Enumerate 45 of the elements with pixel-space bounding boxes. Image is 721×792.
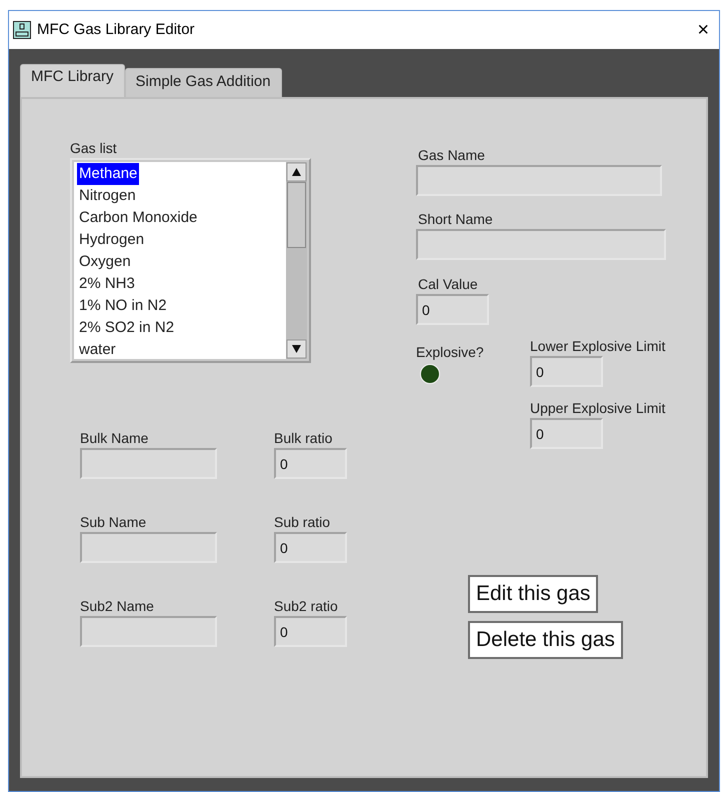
list-label: Gas list (70, 139, 117, 157)
field-label: Cal Value (418, 275, 478, 293)
short-name-field[interactable] (416, 229, 666, 260)
ratio-field[interactable]: 0 (274, 616, 347, 647)
action-button[interactable]: Delete this gas (468, 621, 623, 659)
lower-limit-field[interactable]: 0 (530, 356, 603, 387)
name-field[interactable] (80, 616, 217, 647)
name-field[interactable] (80, 448, 217, 479)
cal-value-field[interactable]: 0 (416, 294, 489, 325)
app-icon (13, 21, 31, 39)
gas-name-field[interactable] (416, 165, 662, 196)
list-item[interactable]: 2% NH3 (77, 273, 137, 295)
field-label: Sub ratio (274, 513, 330, 531)
field-label: Gas Name (418, 146, 485, 164)
list-item[interactable]: 1% NO in N2 (77, 295, 169, 317)
field-label: Upper Explosive Limit (530, 399, 666, 417)
scroll-down-icon[interactable] (286, 339, 307, 359)
field-label: Bulk ratio (274, 429, 332, 447)
ratio-field[interactable]: 0 (274, 532, 347, 563)
list-item[interactable]: Nitrogen (77, 185, 138, 207)
field-label: Sub2 ratio (274, 597, 338, 615)
gas-listbox[interactable]: Methane Nitrogen Carbon Monoxide Hydrogen Oxygen 2% NH3 1% NO in N2 2% SO2 in N2 water (70, 158, 311, 363)
tab[interactable]: Simple Gas Addition (124, 68, 282, 97)
scrollbar[interactable] (286, 162, 307, 359)
close-button[interactable]: × (697, 20, 709, 40)
list-item[interactable]: 2% SO2 in N2 (77, 317, 176, 339)
field-label: Short Name (418, 210, 493, 228)
action-button[interactable]: Edit this gas (468, 575, 598, 613)
scroll-up-icon[interactable] (286, 162, 307, 182)
tab[interactable]: MFC Library (20, 64, 125, 97)
field-label: Sub2 Name (80, 597, 154, 615)
list-item[interactable]: water (77, 339, 118, 359)
list-item[interactable]: Oxygen (77, 251, 133, 273)
list-item[interactable]: Hydrogen (77, 229, 146, 251)
list-item[interactable]: Methane (77, 163, 140, 185)
list-item[interactable]: Carbon Monoxide (77, 207, 200, 229)
field-label: Sub Name (80, 513, 146, 531)
field-label: Lower Explosive Limit (530, 337, 666, 355)
upper-limit-field[interactable]: 0 (530, 418, 603, 449)
field-label: Bulk Name (80, 429, 148, 447)
window-title: MFC Gas Library Editor (37, 20, 195, 40)
field-label: Explosive? (416, 343, 484, 361)
name-field[interactable] (80, 532, 217, 563)
ratio-field[interactable]: 0 (274, 448, 347, 479)
scroll-thumb[interactable] (287, 182, 306, 248)
